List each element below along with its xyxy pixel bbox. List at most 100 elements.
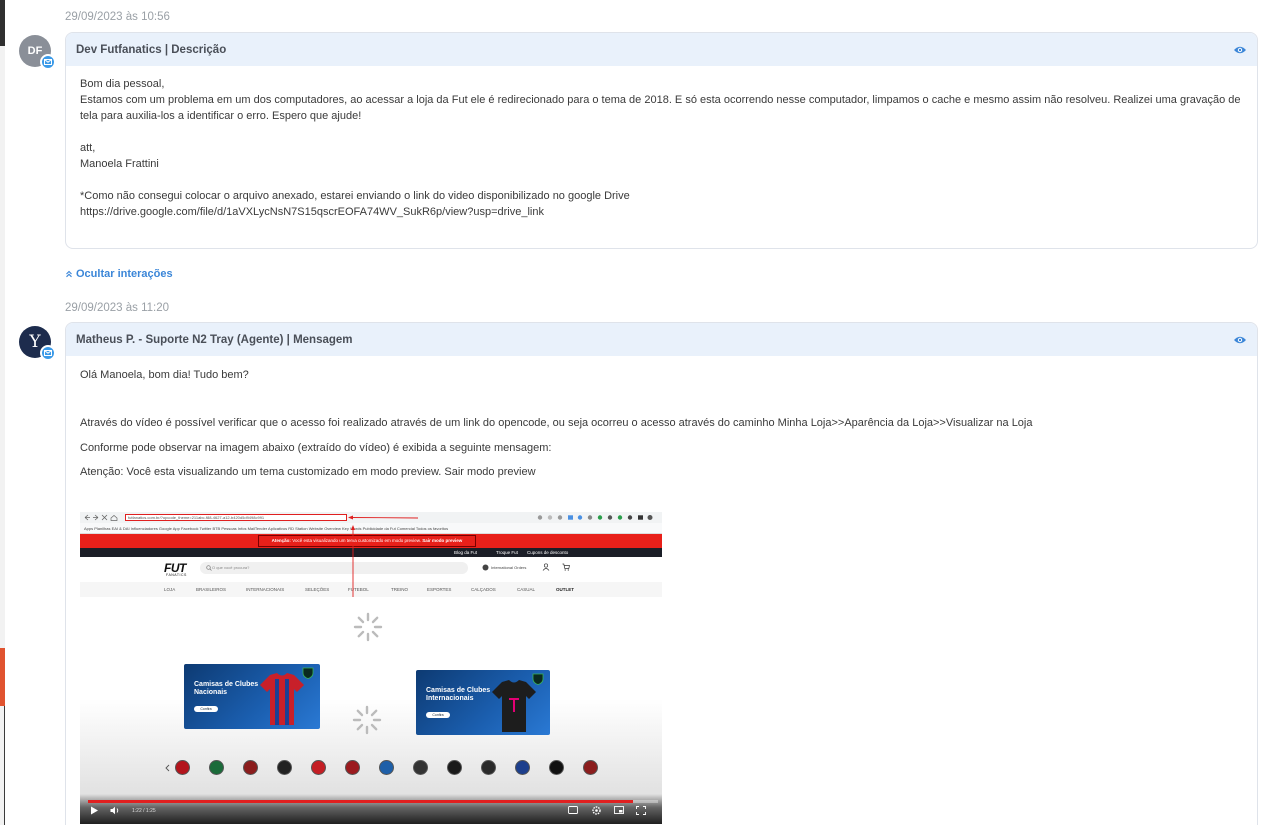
- chevron-left-icon[interactable]: [165, 764, 170, 772]
- club-crest-icon[interactable]: [209, 760, 224, 775]
- nav-item[interactable]: SELEÇÕES: [305, 582, 329, 597]
- rail-indicator: [0, 0, 5, 46]
- mail-icon: [40, 54, 56, 70]
- avatar: Y: [19, 326, 56, 361]
- club-crest-icon[interactable]: [515, 760, 530, 775]
- club-crest-icon[interactable]: [549, 760, 564, 775]
- nav-item[interactable]: LOJA: [164, 582, 175, 597]
- globe-icon: [482, 564, 489, 571]
- play-icon[interactable]: [90, 806, 99, 815]
- search-icon: [206, 565, 212, 571]
- message-line: Atenção: Você esta visualizando um tema …: [80, 466, 536, 478]
- hide-interactions-label: Ocultar interações: [76, 268, 173, 280]
- avatar: DF: [19, 35, 56, 70]
- loading-spinner-icon: [353, 612, 383, 642]
- crest-icon: [532, 673, 544, 685]
- video-progress-bar: [88, 800, 633, 803]
- nav-item[interactable]: INTERNACIONAIS: [246, 582, 284, 597]
- avatar-initials: DF: [27, 45, 43, 57]
- message-line: Manoela Frattini: [80, 158, 159, 170]
- chevrons-up-icon: [66, 270, 72, 278]
- message-title: Dev Futfanatics | Descrição: [76, 43, 227, 56]
- alert-prefix: Atenção:: [271, 538, 291, 543]
- nav-item[interactable]: TREINO: [391, 582, 408, 597]
- alert-arrow-icon: [351, 525, 355, 607]
- club-crest-icon[interactable]: [311, 760, 326, 775]
- top-links-bar: Blog da Fut Troque Fut Cupons de descont…: [80, 548, 662, 557]
- message-line: att,: [80, 142, 96, 154]
- message-line: Olá Manoela, bom dia! Tudo bem?: [80, 369, 249, 381]
- browser-extension-icons: [537, 515, 653, 520]
- crest-icon: [302, 667, 314, 679]
- intl-orders-label[interactable]: International Orders: [491, 565, 526, 570]
- message-line: Através do vídeo é possível verificar qu…: [80, 417, 1033, 429]
- banner-button: Confira: [426, 712, 450, 718]
- message-line: *Como não consegui colocar o arquivo ane…: [80, 190, 630, 202]
- club-crest-icon[interactable]: [447, 760, 462, 775]
- cart-icon[interactable]: [562, 563, 570, 571]
- url-arrow-icon: [348, 515, 419, 520]
- club-crest-icon[interactable]: [243, 760, 258, 775]
- nav-item[interactable]: ESPORTES: [427, 582, 451, 597]
- avatar-initials: Y: [29, 332, 41, 352]
- rail-marker: [0, 648, 5, 706]
- message-line: Estamos com um problema em um dos comput…: [80, 94, 1241, 122]
- nav-item[interactable]: BRASILEIROS: [196, 582, 226, 597]
- video-screenshot[interactable]: futfanatics.com.br/?opcode_theme=211abc-…: [80, 512, 662, 824]
- bookmarks-bar: Apps Planilhas EAI & DAI Influenciadores…: [80, 523, 662, 534]
- club-crest-icon[interactable]: [583, 760, 598, 775]
- store-logo-sub: FANATICS: [166, 573, 187, 577]
- shirt-icon: [260, 673, 304, 725]
- store-header: FUT FANATICS O que você procura? Interna…: [80, 557, 662, 582]
- drive-link[interactable]: https://drive.google.com/file/d/1aVXLycN…: [80, 204, 1245, 220]
- fullscreen-icon[interactable]: [636, 806, 646, 815]
- eye-icon[interactable]: [1233, 335, 1247, 345]
- nav-item-outlet[interactable]: OUTLET: [556, 582, 574, 597]
- browser-nav-icon: [84, 514, 118, 521]
- captions-icon[interactable]: [568, 806, 578, 814]
- alert-text: Você esta visualizando um tema customiza…: [292, 538, 422, 543]
- club-crest-icon[interactable]: [379, 760, 394, 775]
- message-line: Conforme pode observar na imagem abaixo …: [80, 442, 552, 454]
- preview-alert: Atenção: Você esta visualizando um tema …: [258, 535, 476, 547]
- eye-icon[interactable]: [1233, 45, 1247, 55]
- banner-clubes-internacionais[interactable]: Camisas de Clubes Internacionais Confira: [416, 670, 550, 735]
- message-timestamp: 29/09/2023 às 11:20: [65, 302, 170, 314]
- miniplayer-icon[interactable]: [614, 806, 624, 814]
- user-icon[interactable]: [542, 563, 550, 571]
- club-crest-icon[interactable]: [413, 760, 428, 775]
- video-time: 1:22 / 1:25: [132, 808, 156, 814]
- message-header: Matheus P. - Suporte N2 Tray (Agente) | …: [66, 323, 1257, 356]
- banner-title: Camisas de Clubes Nacionais: [194, 681, 259, 696]
- volume-icon[interactable]: [110, 806, 121, 815]
- browser-url-field: futfanatics.com.br/?opcode_theme=211abc-…: [125, 514, 347, 521]
- rail-line: [4, 706, 5, 825]
- top-link[interactable]: Blog da Fut: [454, 548, 477, 557]
- club-crest-icon[interactable]: [481, 760, 496, 775]
- hide-interactions-link[interactable]: Ocultar interações: [65, 268, 173, 280]
- message-card: Matheus P. - Suporte N2 Tray (Agente) | …: [65, 322, 1258, 825]
- banner-button: Confira: [194, 706, 218, 712]
- club-crest-icon[interactable]: [277, 760, 292, 775]
- message-timestamp: 29/09/2023 às 10:56: [65, 11, 170, 23]
- banner-clubes-nacionais[interactable]: Camisas de Clubes Nacionais Confira: [184, 664, 320, 729]
- nav-item[interactable]: CASUAL: [517, 582, 535, 597]
- message-card: Dev Futfanatics | Descrição Bom dia pess…: [65, 32, 1258, 249]
- settings-icon[interactable]: [592, 806, 601, 815]
- store-nav: LOJA BRASILEIROS INTERNACIONAIS SELEÇÕES…: [80, 582, 662, 597]
- club-crest-icon[interactable]: [345, 760, 360, 775]
- nav-item[interactable]: CALÇADOS: [471, 582, 496, 597]
- exit-preview-link[interactable]: Sair modo preview: [422, 538, 462, 543]
- store-search-input[interactable]: O que você procura?: [200, 562, 468, 574]
- message-line: Bom dia pessoal,: [80, 78, 165, 90]
- top-link[interactable]: Cupons de desconto: [527, 548, 568, 557]
- loading-spinner-icon: [352, 705, 382, 735]
- club-crest-icon[interactable]: [175, 760, 190, 775]
- store-content: Camisas de Clubes Nacionais Confira Cami…: [80, 597, 662, 824]
- banner-title: Camisas de Clubes Internacionais: [426, 687, 491, 702]
- mail-icon: [40, 345, 56, 361]
- message-title: Matheus P. - Suporte N2 Tray (Agente) | …: [76, 333, 353, 346]
- top-link[interactable]: Troque Fut: [496, 548, 518, 557]
- browser-toolbar: futfanatics.com.br/?opcode_theme=211abc-…: [80, 512, 662, 523]
- shirt-icon: [492, 680, 536, 732]
